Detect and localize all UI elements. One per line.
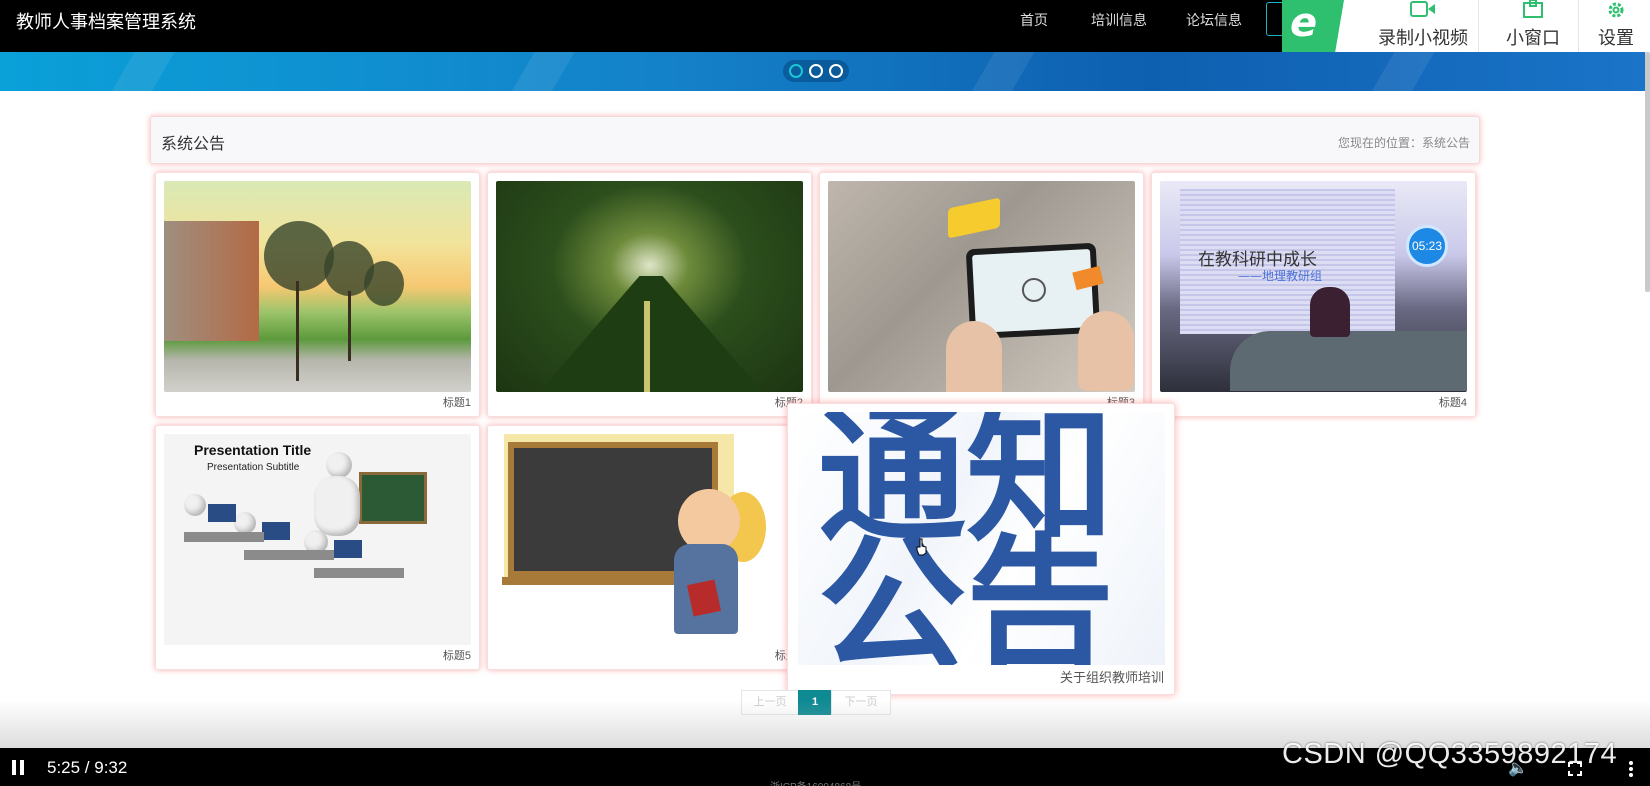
nav-forum-info[interactable]: 论坛信息 [1186,10,1242,30]
fullscreen-icon[interactable] [1568,762,1582,776]
notice-card[interactable]: 标题1 [155,172,480,417]
notice-preview-popup[interactable]: 通知 公告 关于组织教师培训 [787,403,1175,695]
record-video-button[interactable]: 录制小视频 [1360,0,1486,55]
app-title[interactable]: 教师人事档案管理系统 [16,8,196,34]
laptop-graphic [208,504,236,522]
laptop-graphic [334,540,362,558]
figure-body [314,476,360,536]
tree-graphic [264,221,334,291]
play-icon [1021,277,1047,303]
hand-cursor-icon [916,538,927,556]
card-image [164,181,471,392]
yellow-shape [948,197,1000,239]
more-options-icon[interactable] [1628,760,1634,778]
divider [1478,0,1479,55]
hand-graphic [1078,311,1134,391]
time-badge: 05:23 [1406,225,1448,267]
card-image [496,434,803,645]
section-title: 系统公告 [161,136,226,153]
chalkboard-graphic [359,472,427,524]
mini-window-icon [1488,0,1578,24]
card-image [828,181,1135,392]
notice-card[interactable]: 标题6 [487,425,812,670]
hand-graphic [946,321,1002,392]
csdn-watermark: CSDN @QQ3359892174 [1282,738,1618,770]
page-scrollbar[interactable] [1645,52,1650,292]
banner-decoration [499,52,581,91]
figure-head [184,494,206,516]
card-caption: 标题5 [442,650,471,662]
banner-carousel [0,52,1645,91]
carousel-dot-3[interactable] [829,64,843,78]
recorder-logo: e [1282,0,1344,55]
card-image: Presentation Title Presentation Subtitle [164,434,471,645]
footer-icp: 浙ICP备16004868号 [770,778,861,786]
recorder-toolbar: e 录制小视频 小窗口 设置 [1282,0,1650,55]
notice-card[interactable]: 标题3 [819,172,1144,417]
slide-subtitle: Presentation Subtitle [207,462,300,473]
volume-icon[interactable]: 🔈 [1508,758,1528,778]
notice-header: 系统公告 您现在的位置：系统公告 [150,116,1480,164]
preview-caption[interactable]: 关于组织教师培训 [1060,667,1164,686]
carousel-dot-1[interactable] [789,64,803,78]
notice-card[interactable]: 在教科研中成长 ——地理教研组 05:23 标题4 [1151,172,1476,417]
desk-graphic [244,550,334,560]
desk-graphic [314,568,404,578]
video-camera-icon [1360,0,1486,24]
card-caption: 标题1 [442,397,471,409]
breadcrumb: 您现在的位置：系统公告 [1337,136,1470,150]
building-graphic [164,221,259,341]
card-image [496,181,803,392]
slide-title: Presentation Title [194,442,312,458]
nav-home[interactable]: 首页 [1020,10,1048,30]
mini-window-button[interactable]: 小窗口 [1488,0,1578,55]
card-image: 在教科研中成长 ——地理教研组 05:23 [1160,181,1467,392]
carousel-indicator [783,60,849,82]
video-time: 5:25 / 9:32 [47,758,128,777]
figure-head [326,452,352,478]
tree-graphic [364,261,404,306]
banner-decoration [1359,52,1441,91]
slide-subtitle: ——地理教研组 [1238,269,1323,283]
settings-button[interactable]: 设置 [1586,0,1646,55]
road-graphic [536,276,766,392]
person-graphic [1310,287,1350,337]
notice-card[interactable]: 标题2 [487,172,812,417]
carousel-dot-2[interactable] [809,64,823,78]
gear-icon [1586,0,1646,24]
tablet-screen [972,248,1094,334]
notice-card[interactable]: Presentation Title Presentation Subtitle… [155,425,480,670]
figure-head [234,512,256,534]
nav-training-info[interactable]: 培训信息 [1091,10,1147,30]
page: 教师人事档案管理系统 首页 培训信息 论坛信息 e 录制小视频 小窗口 设置 系… [0,0,1650,786]
notice-glyphs-line2: 公告 [818,520,1114,665]
pause-icon[interactable] [12,760,26,775]
conference-table [1230,331,1467,391]
laptop-graphic [262,522,290,540]
banner-decoration [959,52,1041,91]
desk-graphic [184,532,264,542]
tree-trunk [348,291,351,361]
tree-trunk [296,281,299,381]
banner-decoration [99,52,181,91]
preview-image: 通知 公告 [798,412,1165,665]
divider [1578,0,1579,55]
card-caption: 标题4 [1438,397,1467,409]
road-line [644,301,650,392]
